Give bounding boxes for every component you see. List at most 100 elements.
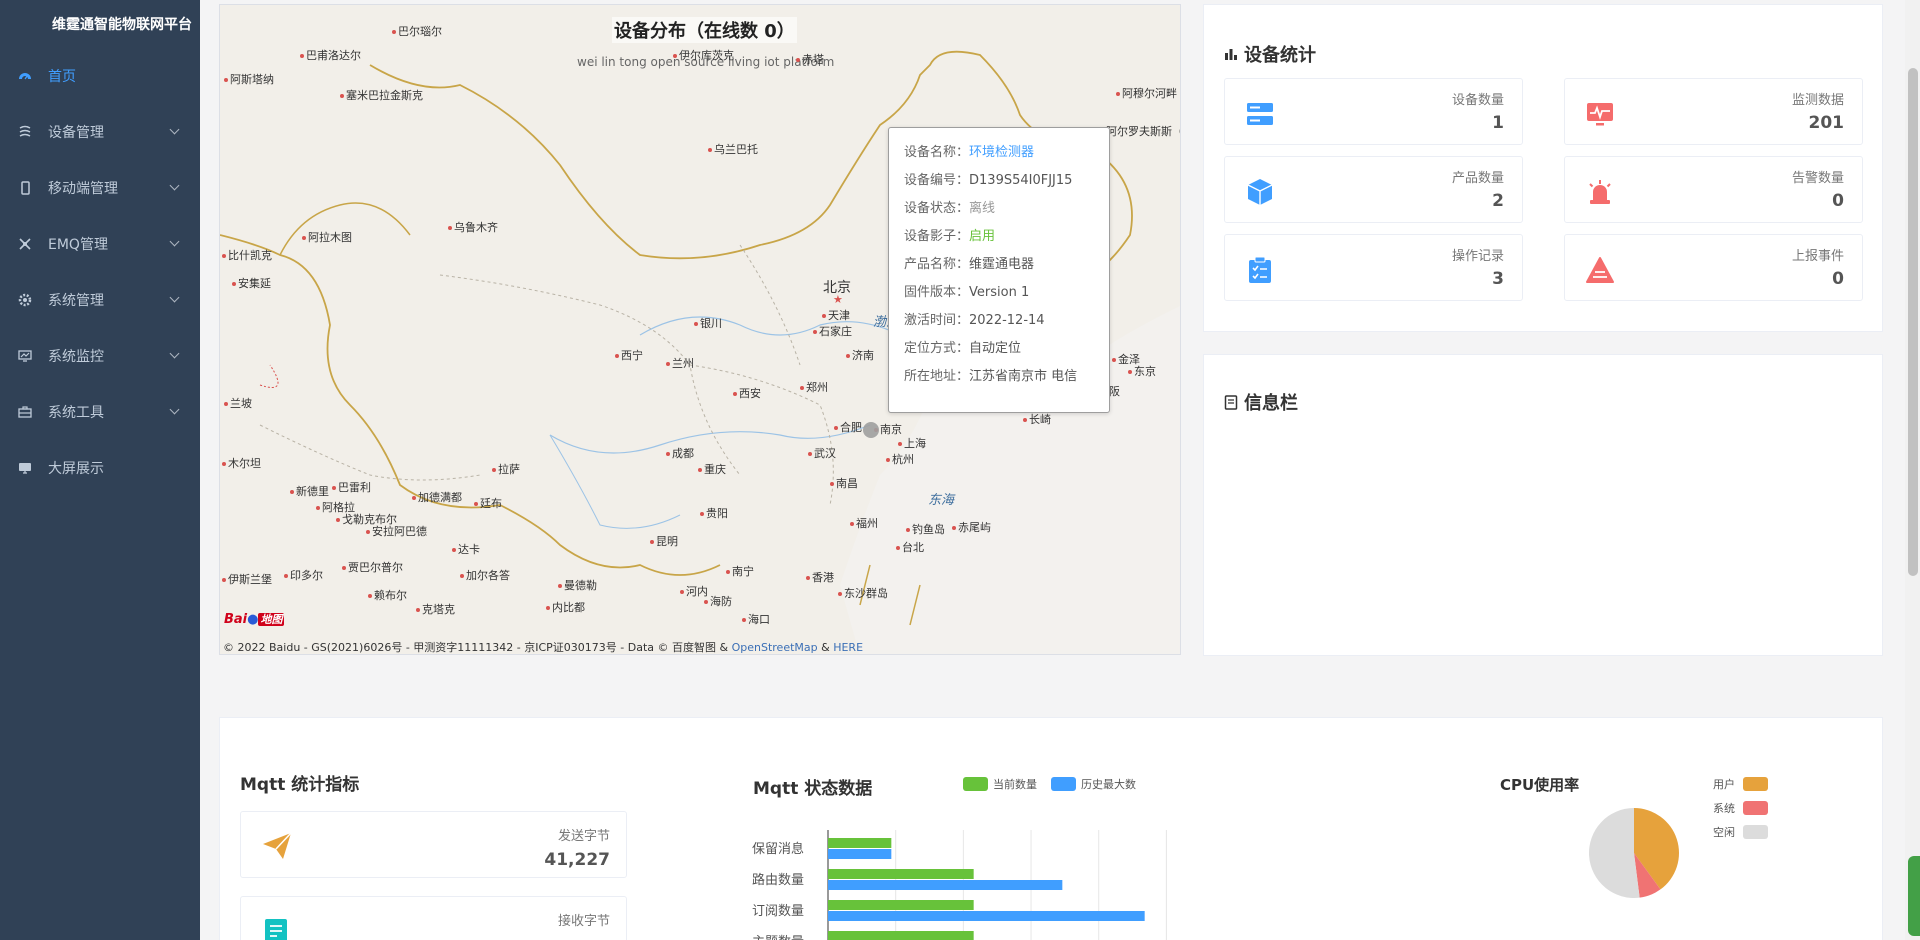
device-map[interactable]: 设备分布（在线数 0） wei lin tong open source liv… bbox=[219, 4, 1181, 655]
bar-category-label: 主题数量 bbox=[714, 931, 804, 940]
map-city: 昆明 bbox=[650, 533, 678, 549]
map-city: 廷布 bbox=[474, 495, 502, 511]
map-city: 阿穆尔河畔 bbox=[1116, 85, 1177, 101]
legend-swatch bbox=[1743, 777, 1768, 791]
stat-monitor-data[interactable]: 监测数据 201 bbox=[1564, 78, 1863, 145]
dashboard-icon bbox=[18, 69, 32, 83]
mqtt-sent-bytes[interactable]: 发送字节 41,227 bbox=[240, 811, 627, 878]
device-marker[interactable] bbox=[863, 422, 879, 438]
tooltip-row: 设备编号：D139S54I0FJJ15 bbox=[904, 173, 1073, 188]
map-city: 赖布尔 bbox=[368, 587, 407, 603]
send-icon bbox=[263, 832, 292, 859]
page-scrollbar[interactable] bbox=[1905, 0, 1920, 940]
map-city: 巴甫洛达尔 bbox=[300, 47, 361, 63]
map-city: 乌兰巴托 bbox=[708, 141, 758, 157]
sidebar-item-label: 设备管理 bbox=[48, 125, 104, 141]
here-link[interactable]: HERE bbox=[833, 641, 863, 654]
tooltip-row: 定位方式：自动定位 bbox=[904, 341, 1022, 356]
mobile-icon bbox=[18, 181, 32, 195]
map-city: 海口 bbox=[742, 611, 770, 627]
map-city: 伊尔库茨克 bbox=[673, 47, 734, 63]
legend-user[interactable]: 用户 bbox=[1713, 776, 1773, 792]
map-city: 海防 bbox=[704, 593, 732, 609]
brand-title: 维霆通智能物联网平台 bbox=[52, 17, 192, 33]
mqtt-status-chart bbox=[827, 830, 1167, 940]
legend-current[interactable]: 当前数量 bbox=[963, 776, 1037, 792]
sidebar-item-monitor[interactable]: 系统监控 bbox=[0, 328, 200, 384]
stat-device-count[interactable]: 设备数量 1 bbox=[1224, 78, 1523, 145]
map-city: 乌鲁木齐 bbox=[448, 219, 498, 235]
clipboard-icon bbox=[1249, 256, 1271, 283]
map-city: 西安 bbox=[733, 385, 761, 401]
monitor-icon bbox=[18, 349, 32, 363]
map-city: 加尔各答 bbox=[460, 567, 510, 583]
map-city: 西宁 bbox=[615, 347, 643, 363]
chevron-down-icon bbox=[169, 348, 180, 359]
device-tooltip: 设备名称：环境检测器 设备编号：D139S54I0FJJ15 设备状态：离线 设… bbox=[888, 127, 1110, 413]
stat-report-event[interactable]: 上报事件 0 bbox=[1564, 234, 1863, 301]
scrollbar-thumb[interactable] bbox=[1908, 68, 1918, 576]
warning-icon bbox=[1586, 257, 1614, 283]
chevron-down-icon bbox=[169, 236, 180, 247]
stat-operation-log[interactable]: 操作记录 3 bbox=[1224, 234, 1523, 301]
bar-history-2 bbox=[828, 911, 1145, 921]
map-city: 济南 bbox=[846, 347, 874, 363]
stat-product-count[interactable]: 产品数量 2 bbox=[1224, 156, 1523, 223]
mqtt-panel: Mqtt 统计指标 发送字节 41,227 接收字节 Mqtt 状态数据 当前数… bbox=[219, 717, 1883, 940]
osm-link[interactable]: OpenStreetMap bbox=[732, 641, 818, 654]
map-city: 长崎 bbox=[1023, 411, 1051, 427]
map-city: 香港 bbox=[806, 569, 834, 585]
chevron-down-icon bbox=[169, 292, 180, 303]
map-city: 南昌 bbox=[830, 475, 858, 491]
legend-history[interactable]: 历史最大数 bbox=[1051, 776, 1136, 792]
map-city: 比什凯克 bbox=[222, 247, 272, 263]
bar-current-1 bbox=[828, 869, 974, 879]
gear-icon bbox=[18, 293, 32, 307]
map-city: 阿斯塔纳 bbox=[224, 71, 274, 87]
toolbox-icon bbox=[18, 405, 32, 419]
device-name-link[interactable]: 环境检测器 bbox=[969, 145, 1034, 160]
map-city: 阿尔罗夫斯斯（伯力） bbox=[1100, 123, 1180, 139]
mqtt-received-bytes[interactable]: 接收字节 bbox=[240, 896, 627, 940]
sidebar-item-bigscreen[interactable]: 大屏展示 bbox=[0, 440, 200, 496]
monitor-data-icon bbox=[1587, 103, 1613, 126]
sidebar-item-label: 系统监控 bbox=[48, 349, 104, 365]
map-city: 安拉阿巴德 bbox=[366, 523, 427, 539]
sidebar-menu: 首页 设备管理 移动端管理 EMQ管理 系统管理 系统监控 系统工具 大屏展示 bbox=[0, 48, 200, 496]
screen-icon bbox=[18, 461, 32, 475]
legend-idle[interactable]: 空闲 bbox=[1713, 824, 1773, 840]
tooltip-row: 设备影子：启用 bbox=[904, 229, 996, 244]
map-city: 天津 bbox=[822, 307, 850, 323]
map-city: 阿拉木图 bbox=[302, 229, 352, 245]
baidu-logo: Bai● 地图 bbox=[224, 612, 285, 627]
sidebar-item-home[interactable]: 首页 bbox=[0, 48, 200, 104]
receive-icon bbox=[265, 919, 287, 940]
map-city: 台北 bbox=[896, 539, 924, 555]
legend-swatch bbox=[963, 777, 988, 791]
sidebar-item-device[interactable]: 设备管理 bbox=[0, 104, 200, 160]
status-badge: 离线 bbox=[969, 201, 996, 216]
chevron-down-icon bbox=[169, 180, 180, 191]
stat-alarm-count[interactable]: 告警数量 0 bbox=[1564, 156, 1863, 223]
map-city: 内比都 bbox=[546, 599, 585, 615]
map-city: 加德满都 bbox=[412, 489, 462, 505]
info-card: 信息栏 bbox=[1203, 354, 1883, 656]
device-icon bbox=[18, 125, 32, 139]
floating-badge[interactable] bbox=[1908, 856, 1920, 936]
map-city: 印多尔 bbox=[284, 567, 323, 583]
tooltip-row: 产品名称：维霆通电器 bbox=[904, 257, 1035, 272]
device-stats-card: 设备统计 设备数量 1 监测数据 201 产品数量 2 告警数量 0 操作记录 … bbox=[1203, 4, 1883, 332]
sidebar-item-label: EMQ管理 bbox=[48, 237, 108, 253]
map-city: 武汉 bbox=[808, 445, 836, 461]
sidebar-item-tools[interactable]: 系统工具 bbox=[0, 384, 200, 440]
sidebar-item-mobile[interactable]: 移动端管理 bbox=[0, 160, 200, 216]
legend-system[interactable]: 系统 bbox=[1713, 800, 1773, 816]
sidebar-item-label: 移动端管理 bbox=[48, 181, 118, 197]
alarm-icon bbox=[1589, 180, 1611, 204]
sidebar-item-emq[interactable]: EMQ管理 bbox=[0, 216, 200, 272]
map-city: 达卡 bbox=[452, 541, 480, 557]
map-city: 南宁 bbox=[726, 563, 754, 579]
map-city: 合肥 bbox=[834, 419, 862, 435]
sidebar-item-system[interactable]: 系统管理 bbox=[0, 272, 200, 328]
capital-star-icon: ★ bbox=[833, 293, 843, 306]
